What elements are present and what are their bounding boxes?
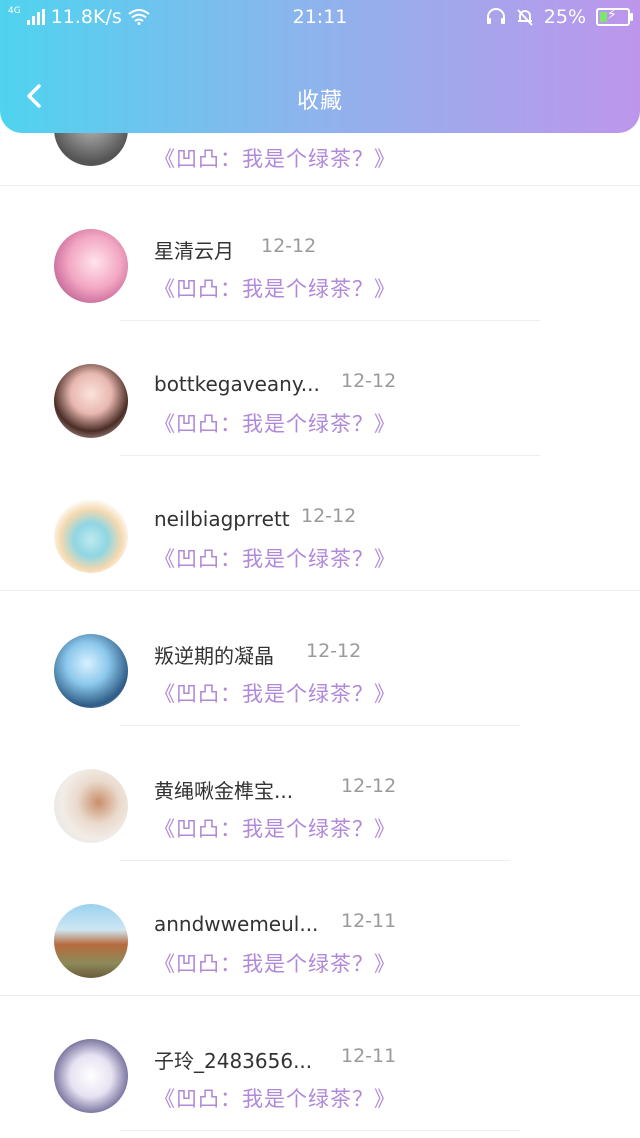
headset-icon <box>486 8 505 24</box>
favorite-date: 12-11 <box>341 910 397 932</box>
list-item[interactable]: neilbiagprrett 12-12 《凹凸：我是个绿茶？》 <box>0 457 640 592</box>
work-title: 《凹凸：我是个绿茶？》 <box>154 1087 396 1111</box>
list-item[interactable]: 黄绳啾金榫宝... 12-12 《凹凸：我是个绿茶？》 <box>0 727 640 862</box>
list-item[interactable]: 星清云月 12-12 《凹凸：我是个绿茶？》 <box>0 187 640 322</box>
avatar <box>54 634 128 708</box>
work-title: 《凹凸：我是个绿茶？》 <box>154 682 396 706</box>
work-title: 《凹凸：我是个绿茶？》 <box>154 147 396 171</box>
list-item[interactable]: anndwwemeul... 12-11 《凹凸：我是个绿茶？》 <box>0 862 640 997</box>
battery-percent: 25% <box>543 6 586 28</box>
battery-icon: ⚡ <box>596 7 633 26</box>
avatar <box>54 1039 128 1113</box>
favorite-date: 12-12 <box>261 235 317 257</box>
favorite-date: 12-12 <box>341 775 397 797</box>
user-name: bottkegaveany... <box>154 372 320 396</box>
user-name: 黄绳啾金榫宝... <box>154 779 294 803</box>
avatar <box>54 769 128 843</box>
avatar <box>54 904 128 978</box>
bell-muted-icon <box>517 9 533 26</box>
avatar <box>54 364 128 438</box>
favorite-date: 12-11 <box>341 1045 397 1067</box>
work-title: 《凹凸：我是个绿茶？》 <box>154 952 396 976</box>
favorite-date: 12-12 <box>306 640 362 662</box>
page-title: 收藏 <box>296 89 343 114</box>
user-name: anndwwemeul... <box>154 912 319 936</box>
favorite-date: 12-12 <box>301 505 357 527</box>
favorite-date: 12-12 <box>341 370 397 392</box>
list-item[interactable]: 子玲_2483656... 12-11 《凹凸：我是个绿茶？》 <box>0 997 640 1132</box>
work-title: 《凹凸：我是个绿茶？》 <box>154 817 396 841</box>
user-name: 叛逆期的凝晶 <box>154 644 274 668</box>
work-title: 《凹凸：我是个绿茶？》 <box>154 547 396 571</box>
user-name: neilbiagprrett <box>154 507 290 531</box>
work-title: 《凹凸：我是个绿茶？》 <box>154 277 396 301</box>
app-header: 4G 11.8K/s 21:11 25% ⚡ 收藏 <box>0 0 640 133</box>
avatar <box>54 229 128 303</box>
user-name: 子玲_2483656... <box>154 1049 313 1073</box>
list-item[interactable]: bottkegaveany... 12-12 《凹凸：我是个绿茶？》 <box>0 322 640 457</box>
status-bar: 4G 11.8K/s 21:11 25% ⚡ <box>0 0 640 34</box>
list-item[interactable]: 叛逆期的凝晶 12-12 《凹凸：我是个绿茶？》 <box>0 592 640 727</box>
avatar <box>54 499 128 573</box>
work-title: 《凹凸：我是个绿茶？》 <box>154 412 396 436</box>
user-name: 星清云月 <box>154 239 234 263</box>
